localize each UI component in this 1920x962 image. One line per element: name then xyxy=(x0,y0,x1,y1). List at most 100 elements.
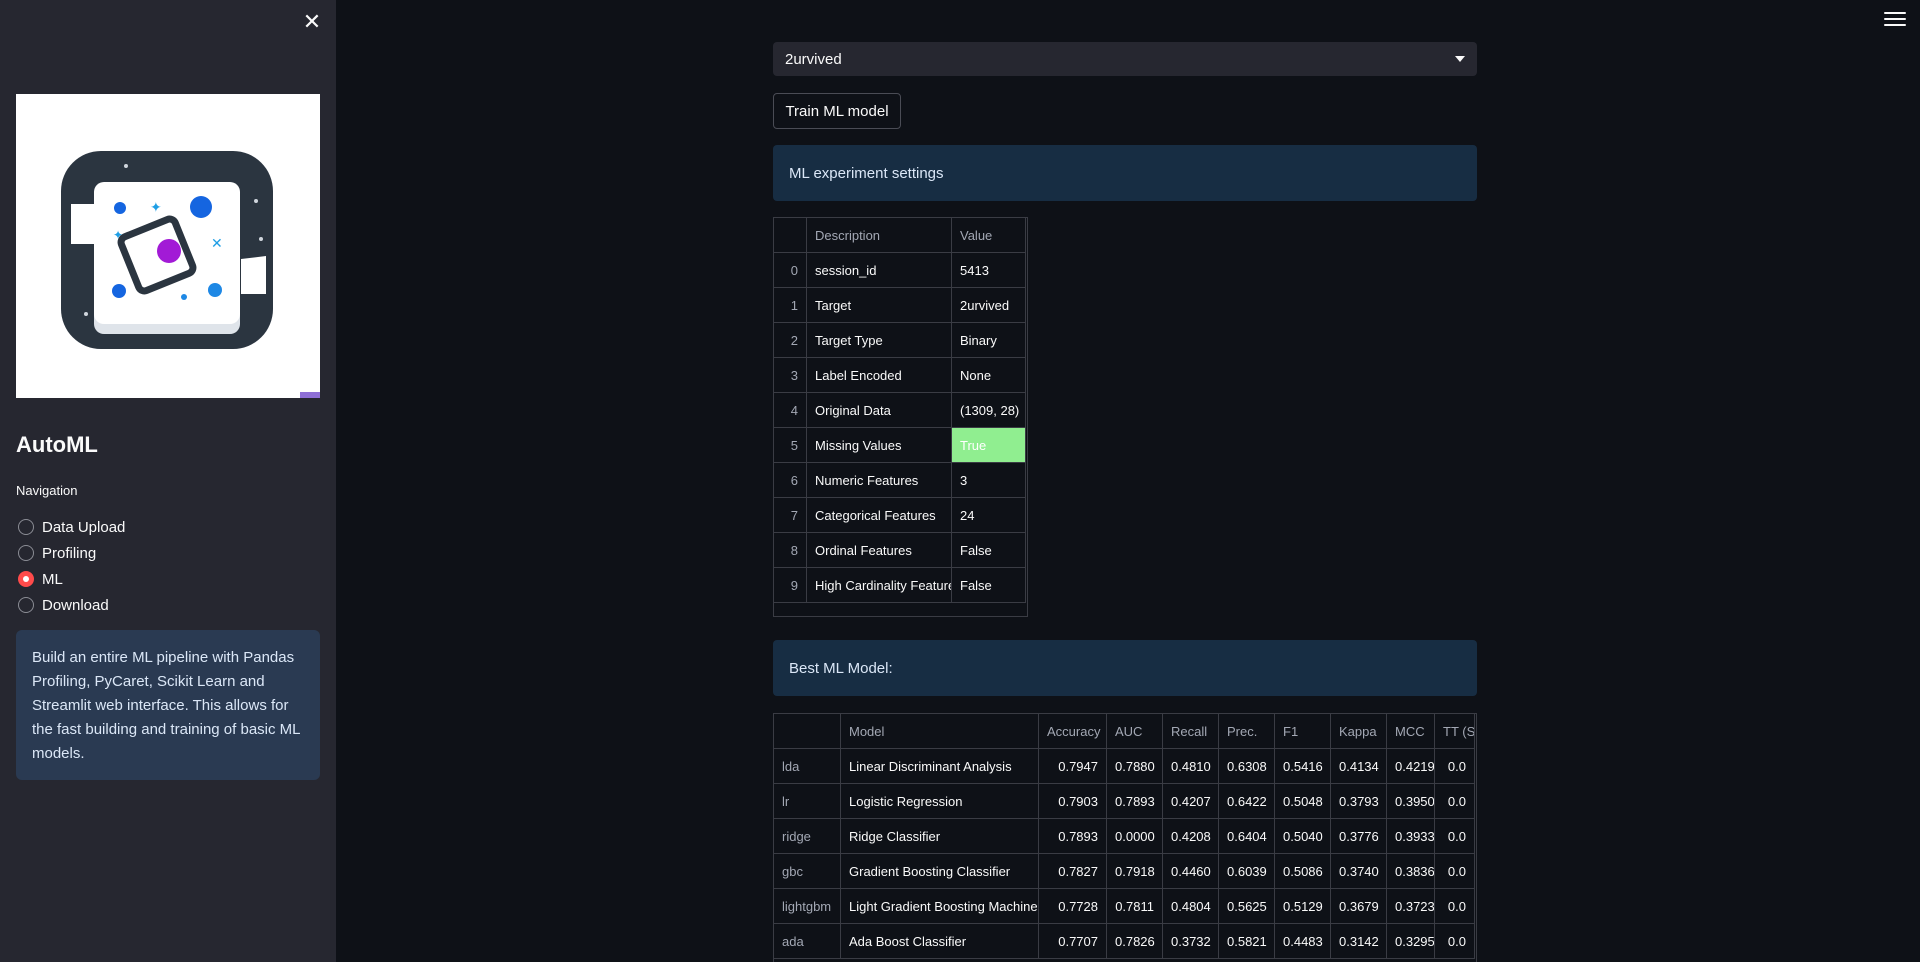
table-row: 9 High Cardinality Features False xyxy=(774,567,1026,603)
table-cell: 0.3142 xyxy=(1330,923,1387,959)
column-header: Prec. xyxy=(1218,714,1275,749)
table-row: 3 Label Encoded None xyxy=(774,357,1026,393)
table-cell: 0.6422 xyxy=(1218,783,1275,819)
table-cell: 0.3740 xyxy=(1330,853,1387,889)
row-index: ridge xyxy=(774,818,841,854)
row-index: 2 xyxy=(774,322,807,358)
svg-text:✦: ✦ xyxy=(113,228,123,242)
table-row: 1 Target 2urvived xyxy=(774,287,1026,323)
table-cell: 0.6039 xyxy=(1218,853,1275,889)
table-cell: 3 xyxy=(951,462,1026,498)
table-cell: None xyxy=(951,357,1026,393)
app-title: AutoML xyxy=(16,432,98,457)
table-cell: 0.0 xyxy=(1434,818,1475,854)
train-ml-model-button[interactable]: Train ML model xyxy=(773,93,901,129)
target-select-value: 2urvived xyxy=(785,50,842,68)
row-index: 3 xyxy=(774,357,807,393)
nav-item-ml[interactable]: ML xyxy=(16,566,125,592)
target-select[interactable]: 2urvived xyxy=(773,42,1477,76)
table-cell: 0.4460 xyxy=(1162,853,1219,889)
table-row: 6 Numeric Features 3 xyxy=(774,462,1026,498)
table-row: 8 Ordinal Features False xyxy=(774,532,1026,568)
nav-item-download[interactable]: Download xyxy=(16,592,125,618)
table-row: 2 Target Type Binary xyxy=(774,322,1026,358)
info-box: Build an entire ML pipeline with Pandas … xyxy=(16,630,320,780)
models-table-container[interactable]: Model Accuracy AUC Recall Prec. F1 Kappa MCC TT … xyxy=(773,713,1477,962)
hamburger-menu-icon[interactable] xyxy=(1884,12,1906,30)
automl-logo: ✦ ✦ ✕ xyxy=(16,94,320,398)
chevron-down-icon xyxy=(1455,56,1465,62)
nav-item-profiling[interactable]: Profiling xyxy=(16,540,125,566)
nav-item-label: ML xyxy=(42,570,63,588)
table-cell: 0.6308 xyxy=(1218,748,1275,784)
table-cell: 0.3723 xyxy=(1386,888,1435,924)
table-cell: 0.0000 xyxy=(1106,818,1163,854)
table-cell: Logistic Regression xyxy=(840,783,1039,819)
table-cell: 0.7728 xyxy=(1038,888,1107,924)
row-index: lightgbm xyxy=(774,888,841,924)
table-cell: 0.5086 xyxy=(1274,853,1331,889)
table-cell: 0.7947 xyxy=(1038,748,1107,784)
column-header xyxy=(774,714,841,749)
table-row: ridge Ridge Classifier 0.7893 0.0000 0.4208 0… xyxy=(774,818,1475,854)
row-index: 6 xyxy=(774,462,807,498)
table-cell: Ordinal Features xyxy=(806,532,952,568)
table-cell: 0.4483 xyxy=(1274,923,1331,959)
table-cell: False xyxy=(951,567,1026,603)
table-cell: 0.7707 xyxy=(1038,923,1107,959)
table-cell: Gradient Boosting Classifier xyxy=(840,853,1039,889)
table-cell: 0.3679 xyxy=(1330,888,1387,924)
radio-data-upload[interactable] xyxy=(18,519,34,535)
table-row: lda Linear Discriminant Analysis 0.7947 0.7… xyxy=(774,748,1475,784)
table-cell: Linear Discriminant Analysis xyxy=(840,748,1039,784)
table-cell: 0.7893 xyxy=(1038,818,1107,854)
table-cell: 5413 xyxy=(951,252,1026,288)
table-cell: 0.4810 xyxy=(1162,748,1219,784)
column-header xyxy=(774,218,807,253)
table-cell: 0.4219 xyxy=(1386,748,1435,784)
table-cell: 0.0 xyxy=(1434,783,1475,819)
settings-banner: ML experiment settings xyxy=(773,145,1477,201)
nav-item-label: Data Upload xyxy=(42,518,126,536)
table-cell: Ada Boost Classifier xyxy=(840,923,1039,959)
table-cell: 0.3793 xyxy=(1330,783,1387,819)
table-cell: 0.7893 xyxy=(1106,783,1163,819)
row-index: 5 xyxy=(774,427,807,463)
table-cell: 0.6404 xyxy=(1218,818,1275,854)
svg-text:✕: ✕ xyxy=(211,236,223,252)
column-header: TT (Sec) xyxy=(1434,714,1475,749)
radio-ml[interactable] xyxy=(18,571,34,587)
column-header: Kappa xyxy=(1330,714,1387,749)
row-index: 4 xyxy=(774,392,807,428)
table-cell: 0.0 xyxy=(1434,748,1475,784)
table-cell: 0.7903 xyxy=(1038,783,1107,819)
table-cell: 0.7827 xyxy=(1038,853,1107,889)
table-cell: 0.4207 xyxy=(1162,783,1219,819)
table-cell: High Cardinality Features xyxy=(806,567,952,603)
table-cell: 0.5416 xyxy=(1274,748,1331,784)
table-cell: True xyxy=(951,427,1026,463)
radio-download[interactable] xyxy=(18,597,34,613)
table-row: 7 Categorical Features 24 xyxy=(774,497,1026,533)
close-icon[interactable]: ✕ xyxy=(300,10,324,34)
table-row: lr Logistic Regression 0.7903 0.7893 0.4207 0… xyxy=(774,783,1475,819)
table-cell: 0.5048 xyxy=(1274,783,1331,819)
row-index: 8 xyxy=(774,532,807,568)
nav-item-data-upload[interactable]: Data Upload xyxy=(16,514,125,540)
table-row: gbc Gradient Boosting Classifier 0.7827 0.7… xyxy=(774,853,1475,889)
table-cell: 0.3732 xyxy=(1162,923,1219,959)
table-cell: 0.3295 xyxy=(1386,923,1435,959)
radio-profiling[interactable] xyxy=(18,545,34,561)
row-index: lda xyxy=(774,748,841,784)
table-cell: Label Encoded xyxy=(806,357,952,393)
settings-table-container[interactable]: Description Value 0 session_id 5413 1 Target 2… xyxy=(773,217,1028,617)
table-row: 4 Original Data (1309, 28) xyxy=(774,392,1026,428)
column-header: Value xyxy=(951,218,1026,253)
column-header: MCC xyxy=(1386,714,1435,749)
logo-icon: ✦ ✦ ✕ xyxy=(61,151,320,398)
table-cell: 0.7826 xyxy=(1106,923,1163,959)
column-header: Model xyxy=(840,714,1039,749)
table-row: 5 Missing Values True xyxy=(774,427,1026,463)
table-cell: 0.5821 xyxy=(1218,923,1275,959)
table-cell: 0.3950 xyxy=(1386,783,1435,819)
